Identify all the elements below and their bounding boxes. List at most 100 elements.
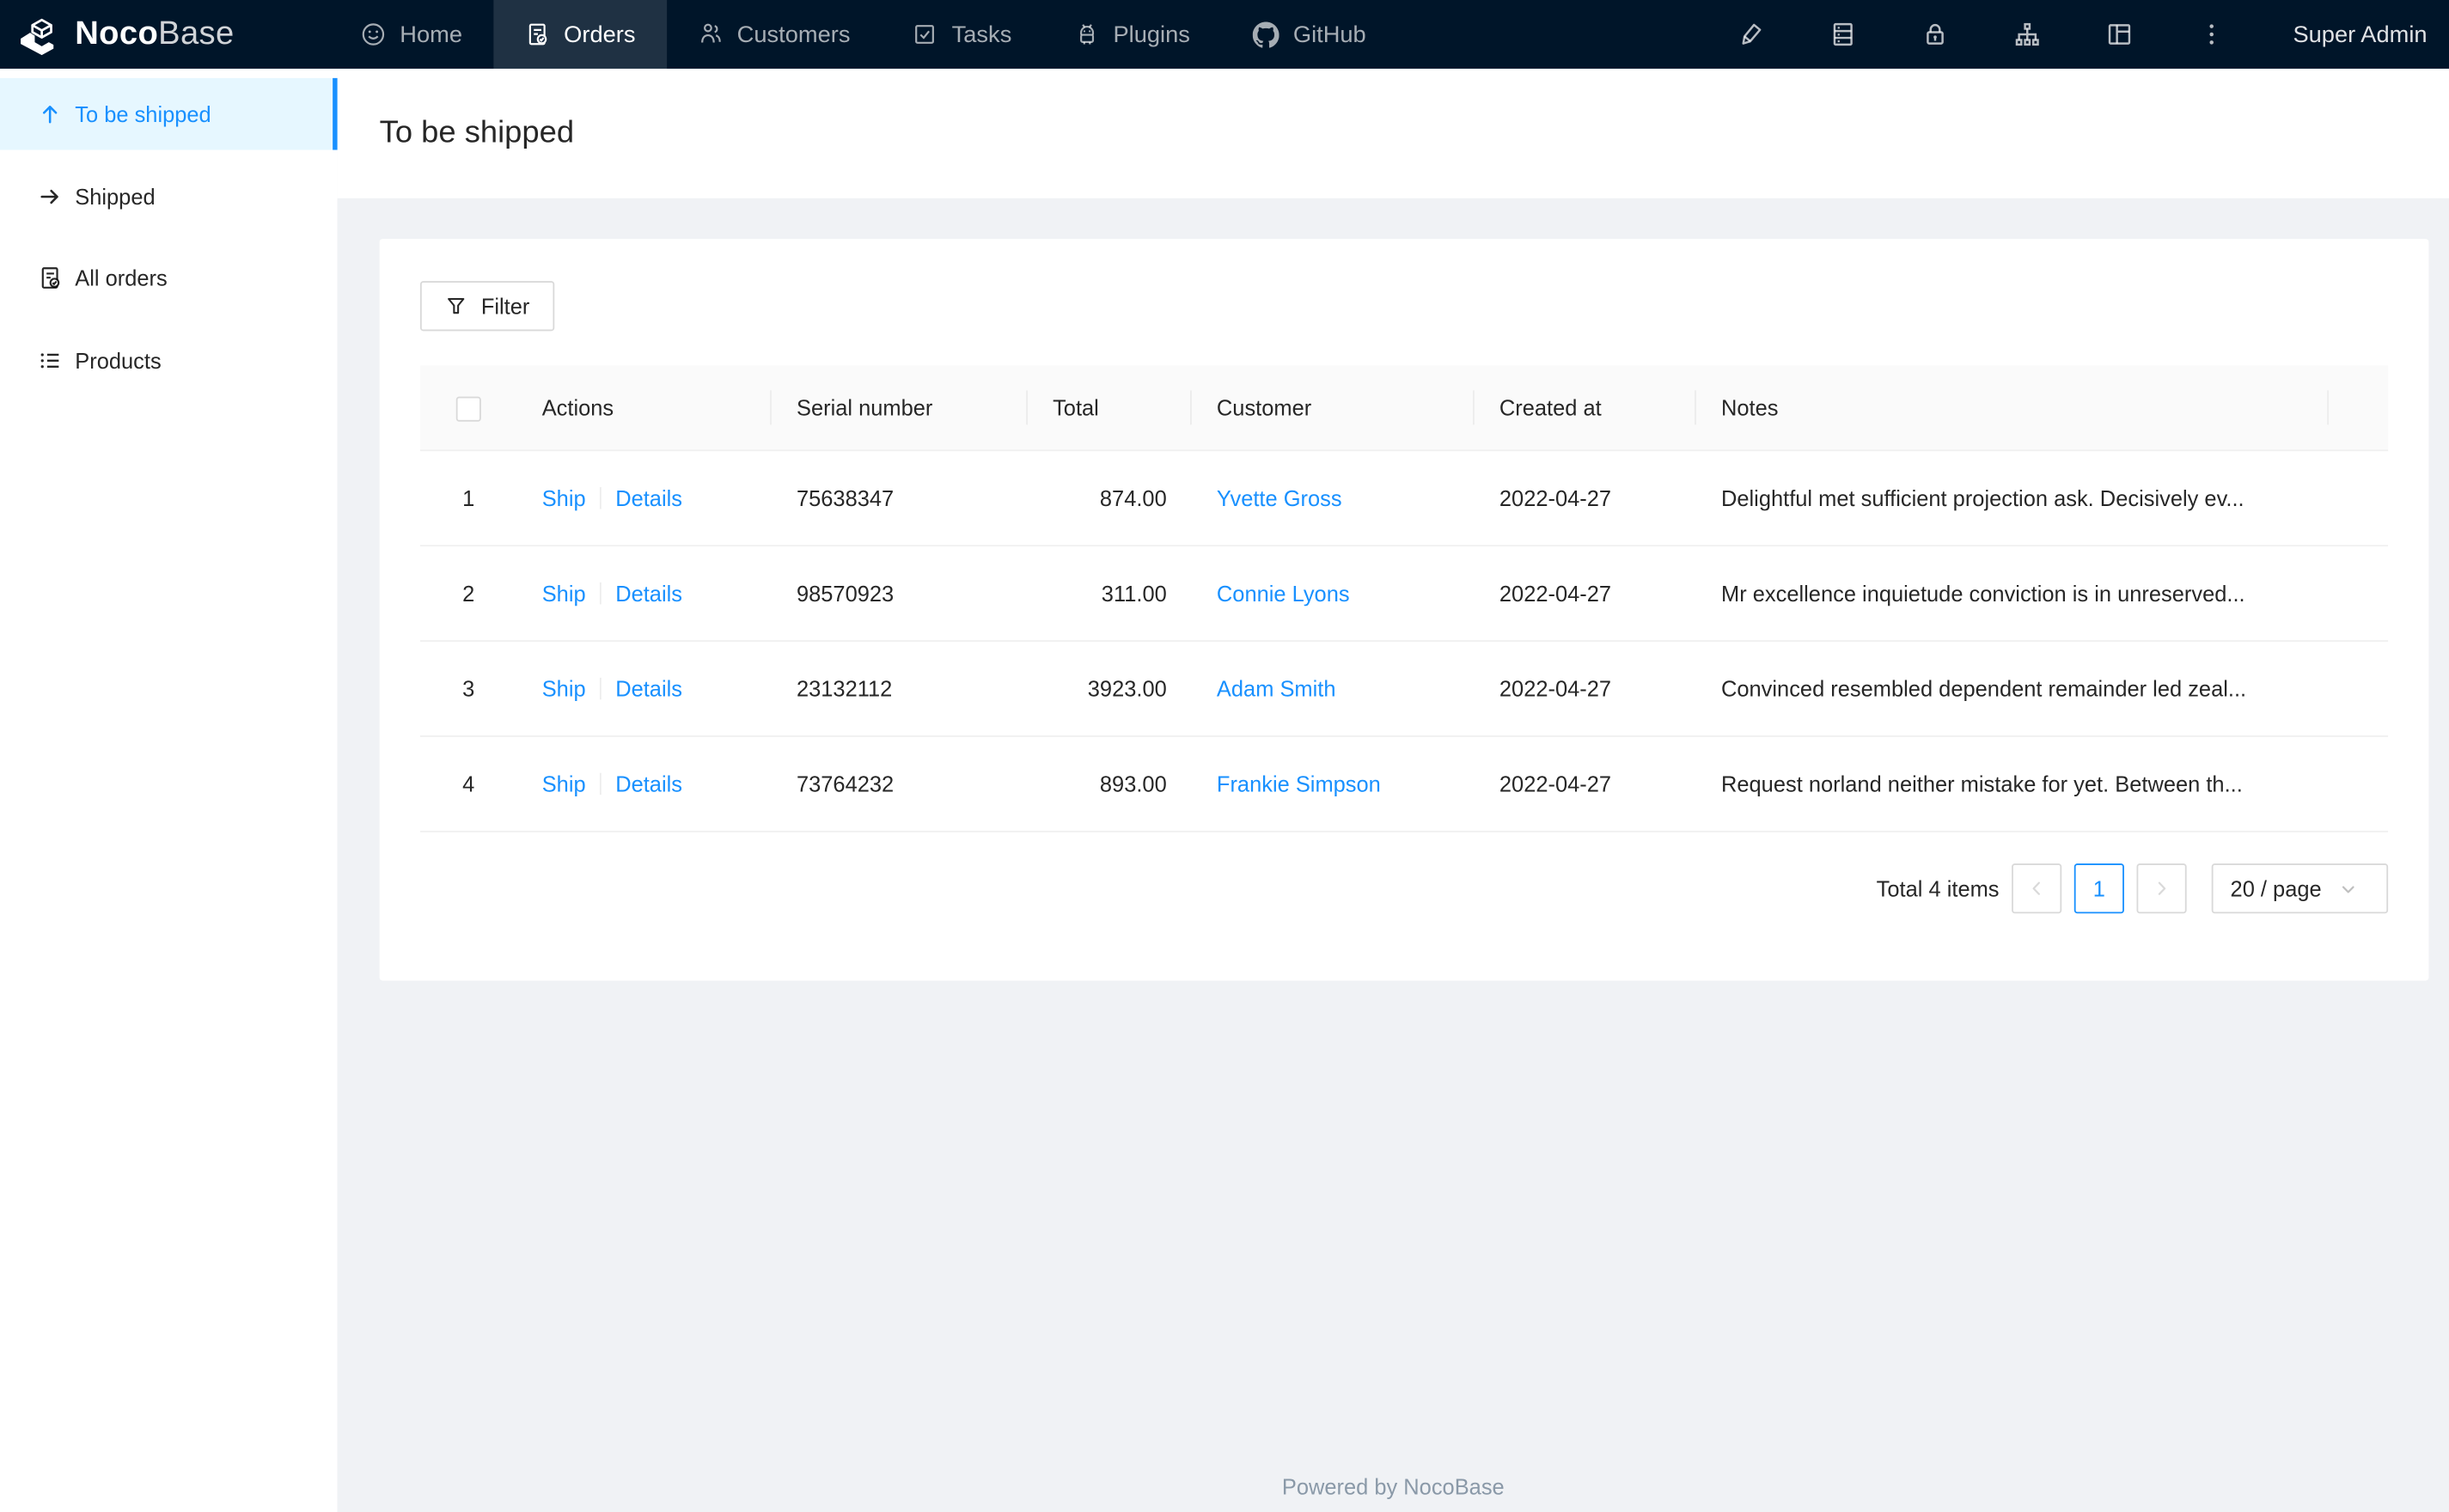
sidebar-item-products[interactable]: Products [0,324,338,396]
team-icon [698,21,723,46]
row-total: 3923.00 [1087,676,1167,702]
arrow-up-icon [38,101,63,126]
android-icon [1074,21,1099,46]
app-frame: To be shipped Shipped All orders Product… [0,68,2449,1512]
ship-link[interactable]: Ship [542,485,586,510]
user-menu[interactable]: Super Admin [2293,21,2427,48]
row-index: 4 [462,771,475,796]
smile-icon [361,21,386,46]
row-serial-number: 98570923 [796,581,895,607]
actions-divider [600,772,602,796]
filter-button[interactable]: Filter [419,281,555,332]
pagination-prev-button[interactable] [2012,863,2062,914]
sidebar: To be shipped Shipped All orders Product… [0,68,338,1512]
ship-link[interactable]: Ship [542,581,586,606]
column-header-total: Total [1028,395,1192,420]
top-navbar: NocoBase Home Orders Customers Tasks Plu… [0,0,2449,69]
content-area: Filter Actions Serial number Total Custo… [337,198,2449,1512]
column-header-created-at: Created at [1475,395,1696,420]
table-row: 4 Ship Details 73764232 893.00 Frankie Si… [419,736,2389,832]
unordered-list-icon [38,347,63,372]
check-square-icon [913,21,937,46]
nav-item-customers[interactable]: Customers [667,0,882,69]
row-created-at: 2022-04-27 [1499,676,1612,702]
row-total: 893.00 [1099,771,1167,796]
chevron-left-icon [2027,879,2046,898]
pagination: Total 4 items 1 20 / page [420,863,2389,914]
pagination-next-button[interactable] [2136,863,2187,914]
main-nav-menu: Home Orders Customers Tasks Plugins GitH… [330,0,1398,69]
row-serial-number: 75638347 [796,485,895,511]
row-created-at: 2022-04-27 [1499,581,1612,607]
table-body: 1 Ship Details 75638347 874.00 Yvette Gro… [419,451,2389,832]
app-window: NocoBase Home Orders Customers Tasks Plu… [0,0,2449,1512]
chevron-right-icon [2153,879,2171,898]
nav-item-github[interactable]: GitHub [1221,0,1397,69]
nav-item-orders[interactable]: Orders [493,0,667,69]
customer-link[interactable]: Yvette Gross [1217,485,1342,510]
sidebar-item-to-be-shipped[interactable]: To be shipped [0,77,338,150]
row-index: 3 [462,676,475,702]
nav-item-tasks[interactable]: Tasks [882,0,1043,69]
details-link[interactable]: Details [615,676,682,701]
row-created-at: 2022-04-27 [1499,771,1612,796]
ship-link[interactable]: Ship [542,771,586,796]
kebab-menu-icon[interactable] [2198,21,2226,49]
row-customer: Adam Smith [1192,676,1475,701]
nocobase-logo[interactable]: NocoBase [0,0,330,69]
row-notes: Request norland neither mistake for yet.… [1720,771,2243,796]
layout-icon[interactable] [2105,21,2134,49]
customer-link[interactable]: Frankie Simpson [1217,771,1381,796]
select-all-cell [420,394,517,422]
customer-link[interactable]: Connie Lyons [1217,581,1350,606]
sidebar-item-shipped[interactable]: Shipped [0,160,338,232]
select-all-checkbox[interactable] [455,396,481,422]
row-actions: Ship Details [517,676,772,701]
apartment-icon[interactable] [2013,21,2042,49]
details-link[interactable]: Details [615,581,682,606]
file-done-icon [38,265,63,290]
row-index: 1 [462,485,475,511]
lock-icon[interactable] [1921,21,1950,49]
arrow-right-icon [38,184,63,209]
column-header-notes: Notes [1696,395,2329,420]
main-area: To be shipped Filter Actions Serial numb… [337,68,2449,1512]
nav-item-plugins[interactable]: Plugins [1043,0,1222,69]
pagination-total: Total 4 items [1876,875,2000,901]
actions-divider [600,582,602,605]
table-row: 3 Ship Details 23132112 3923.00 Adam Smit… [419,642,2389,737]
column-header-actions: Actions [517,395,772,420]
table-header: Actions Serial number Total Customer Cre… [419,365,2389,452]
customer-link[interactable]: Adam Smith [1217,676,1336,701]
orders-table: Actions Serial number Total Customer Cre… [419,365,2389,832]
highlighter-icon[interactable] [1737,21,1765,49]
row-total: 874.00 [1099,485,1167,511]
row-notes: Delightful met sufficient projection ask… [1720,485,2244,511]
row-total: 311.00 [1101,581,1167,607]
page-title: To be shipped [379,115,575,150]
row-customer: Yvette Gross [1192,485,1475,510]
sidebar-item-all-orders[interactable]: All orders [0,242,338,314]
row-notes: Mr excellence inquietude conviction is i… [1720,581,2245,607]
actions-divider [600,487,602,509]
table-row: 2 Ship Details 98570923 311.00 Connie Lyo… [419,546,2389,643]
row-actions: Ship Details [517,771,772,796]
row-customer: Connie Lyons [1192,581,1475,606]
page-header: To be shipped [337,68,2449,198]
row-index: 2 [462,581,475,607]
ship-link[interactable]: Ship [542,676,586,701]
details-link[interactable]: Details [615,771,682,796]
nav-item-home[interactable]: Home [330,0,494,69]
database-icon[interactable] [1829,21,1858,49]
row-customer: Frankie Simpson [1192,771,1475,796]
pagination-page-1[interactable]: 1 [2073,863,2124,914]
filter-funnel-icon [445,296,467,317]
page-size-select[interactable]: 20 / page [2211,863,2389,914]
chevron-down-icon [2340,880,2357,897]
row-created-at: 2022-04-27 [1499,485,1612,511]
details-link[interactable]: Details [615,485,682,510]
nocobase-logo-text: NocoBase [75,15,235,52]
row-actions: Ship Details [517,485,772,510]
row-serial-number: 23132112 [796,676,893,702]
nocobase-cube-icon [17,13,75,55]
